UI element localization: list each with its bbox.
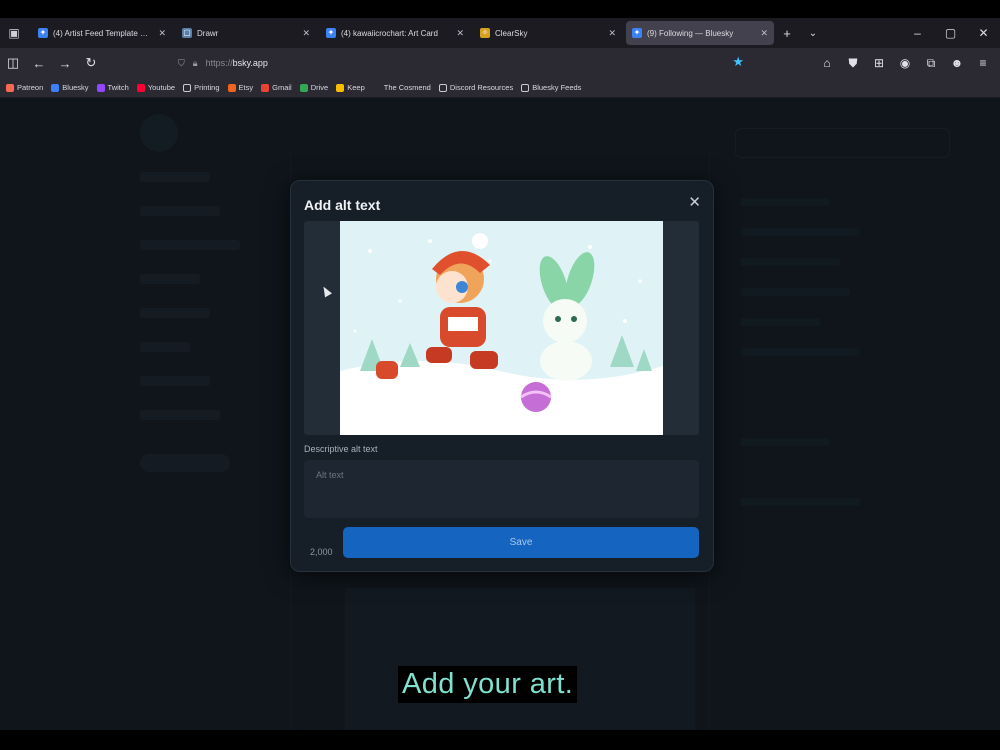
image-preview	[304, 221, 699, 435]
patreon-icon	[6, 83, 14, 92]
url-text: https://bsky.app	[205, 58, 268, 68]
new-tab-icon[interactable]: +	[774, 26, 800, 41]
shield-icon[interactable]: ⛉	[178, 58, 185, 69]
bookmark-bluesky[interactable]: Bluesky	[51, 83, 89, 92]
video-caption: Add your art.	[398, 666, 578, 703]
forward-icon[interactable]: →	[52, 56, 78, 71]
bookmark-printing[interactable]: Printing	[183, 83, 220, 92]
bookmark-drive[interactable]: Drive	[299, 83, 328, 92]
bookmark-gmail[interactable]: Gmail	[261, 83, 292, 92]
clearsky-icon: ✧	[480, 28, 490, 38]
drive-icon	[299, 83, 308, 92]
extensions-icon[interactable]: ⧉	[918, 56, 944, 71]
alt-text-label: Descriptive alt text	[304, 444, 378, 454]
back-icon[interactable]: ←	[26, 56, 52, 71]
alt-text-input[interactable]: Alt text	[304, 460, 699, 518]
library-icon[interactable]: ⊞	[866, 56, 892, 70]
close-tab-icon[interactable]: ✕	[608, 28, 616, 39]
bookmark-star-icon[interactable]: ★	[732, 54, 744, 70]
close-tab-icon[interactable]: ✕	[302, 28, 310, 39]
close-tab-icon[interactable]: ✕	[760, 28, 768, 39]
bluesky-icon	[51, 83, 60, 92]
close-tab-icon[interactable]: ✕	[456, 28, 464, 39]
drawr-icon: ▢	[182, 28, 192, 38]
folder-icon	[183, 83, 192, 92]
cosmend-icon	[372, 83, 381, 92]
url-bar[interactable]: ⛉ 🔒︎ https://bsky.app ★	[170, 52, 752, 74]
home-icon[interactable]: ⌂	[814, 56, 840, 70]
tab-drawr[interactable]: ▢ Drawr ✕	[176, 21, 316, 45]
bookmark-patreon[interactable]: Patreon	[6, 83, 43, 92]
close-window-icon[interactable]: ✕	[967, 26, 1000, 40]
tab-list-icon[interactable]: ▣	[0, 18, 28, 48]
bookmark-etsy[interactable]: Etsy	[227, 83, 253, 92]
minimize-icon[interactable]: –	[901, 26, 934, 40]
browser-window: ▣ ✦ (4) Artist Feed Template — D ✕ ▢ Dra…	[0, 18, 1000, 730]
close-tab-icon[interactable]: ✕	[158, 28, 166, 39]
chevron-down-icon[interactable]: ⌄	[800, 28, 826, 39]
etsy-icon	[227, 83, 236, 92]
toolbar-icons: ⌂ ⛊ ⊞ ◉ ⧉ ☻ ≡	[814, 48, 996, 78]
bluesky-icon: ✦	[326, 28, 336, 38]
artwork-image	[340, 221, 663, 435]
lock-icon[interactable]: 🔒︎	[193, 58, 198, 69]
sidebar-icon[interactable]: ◫	[0, 55, 26, 71]
account-icon[interactable]: ◉	[892, 56, 918, 70]
tab-kawaiicrochart[interactable]: ✦ (4) kawaiicrochart: Art Card ✕	[320, 21, 470, 45]
profile-icon[interactable]: ☻	[944, 56, 970, 70]
youtube-icon	[136, 83, 145, 92]
tab-strip: ▣ ✦ (4) Artist Feed Template — D ✕ ▢ Dra…	[0, 18, 1000, 48]
bookmark-discord-resources[interactable]: Discord Resources	[438, 83, 513, 92]
close-icon[interactable]: ✕	[688, 193, 701, 211]
navigation-bar: ◫ ← → ↻ ⛉ 🔒︎ https://bsky.app ★ ⌂ ⛊ ⊞ ◉ …	[0, 48, 1000, 78]
pocket-icon[interactable]: ⛊	[840, 56, 866, 71]
save-button[interactable]: Save	[343, 527, 699, 558]
folder-icon	[521, 83, 530, 92]
bookmarks-bar: Patreon Bluesky Twitch Youtube Printing …	[0, 78, 1000, 98]
tab-clearsky[interactable]: ✧ ClearSky ✕	[474, 21, 622, 45]
bookmark-bluesky-feeds[interactable]: Bluesky Feeds	[521, 83, 581, 92]
tab-following[interactable]: ✦ (9) Following — Bluesky ✕	[626, 21, 774, 45]
bookmark-youtube[interactable]: Youtube	[136, 83, 175, 92]
folder-icon	[438, 83, 447, 92]
keep-icon	[336, 83, 345, 92]
twitch-icon	[96, 83, 105, 92]
gmail-icon	[261, 83, 270, 92]
bookmark-twitch[interactable]: Twitch	[96, 83, 129, 92]
alt-text-dialog: Add alt text ✕ Descriptive alt text Alt …	[290, 180, 714, 572]
artwork-illustration	[340, 221, 663, 435]
reload-icon[interactable]: ↻	[78, 55, 104, 71]
character-counter: 2,000	[310, 547, 333, 557]
video-frame: ▣ ✦ (4) Artist Feed Template — D ✕ ▢ Dra…	[0, 0, 1000, 750]
dialog-title: Add alt text	[304, 197, 381, 213]
maximize-icon[interactable]: ▢	[934, 26, 967, 40]
menu-icon[interactable]: ≡	[970, 56, 996, 70]
bluesky-icon: ✦	[38, 28, 48, 38]
bookmark-the-cosmend[interactable]: The Cosmend	[372, 83, 431, 92]
bluesky-icon: ✦	[632, 28, 642, 38]
tab-artist-feed[interactable]: ✦ (4) Artist Feed Template — D ✕	[32, 21, 172, 45]
bookmark-keep[interactable]: Keep	[336, 83, 365, 92]
